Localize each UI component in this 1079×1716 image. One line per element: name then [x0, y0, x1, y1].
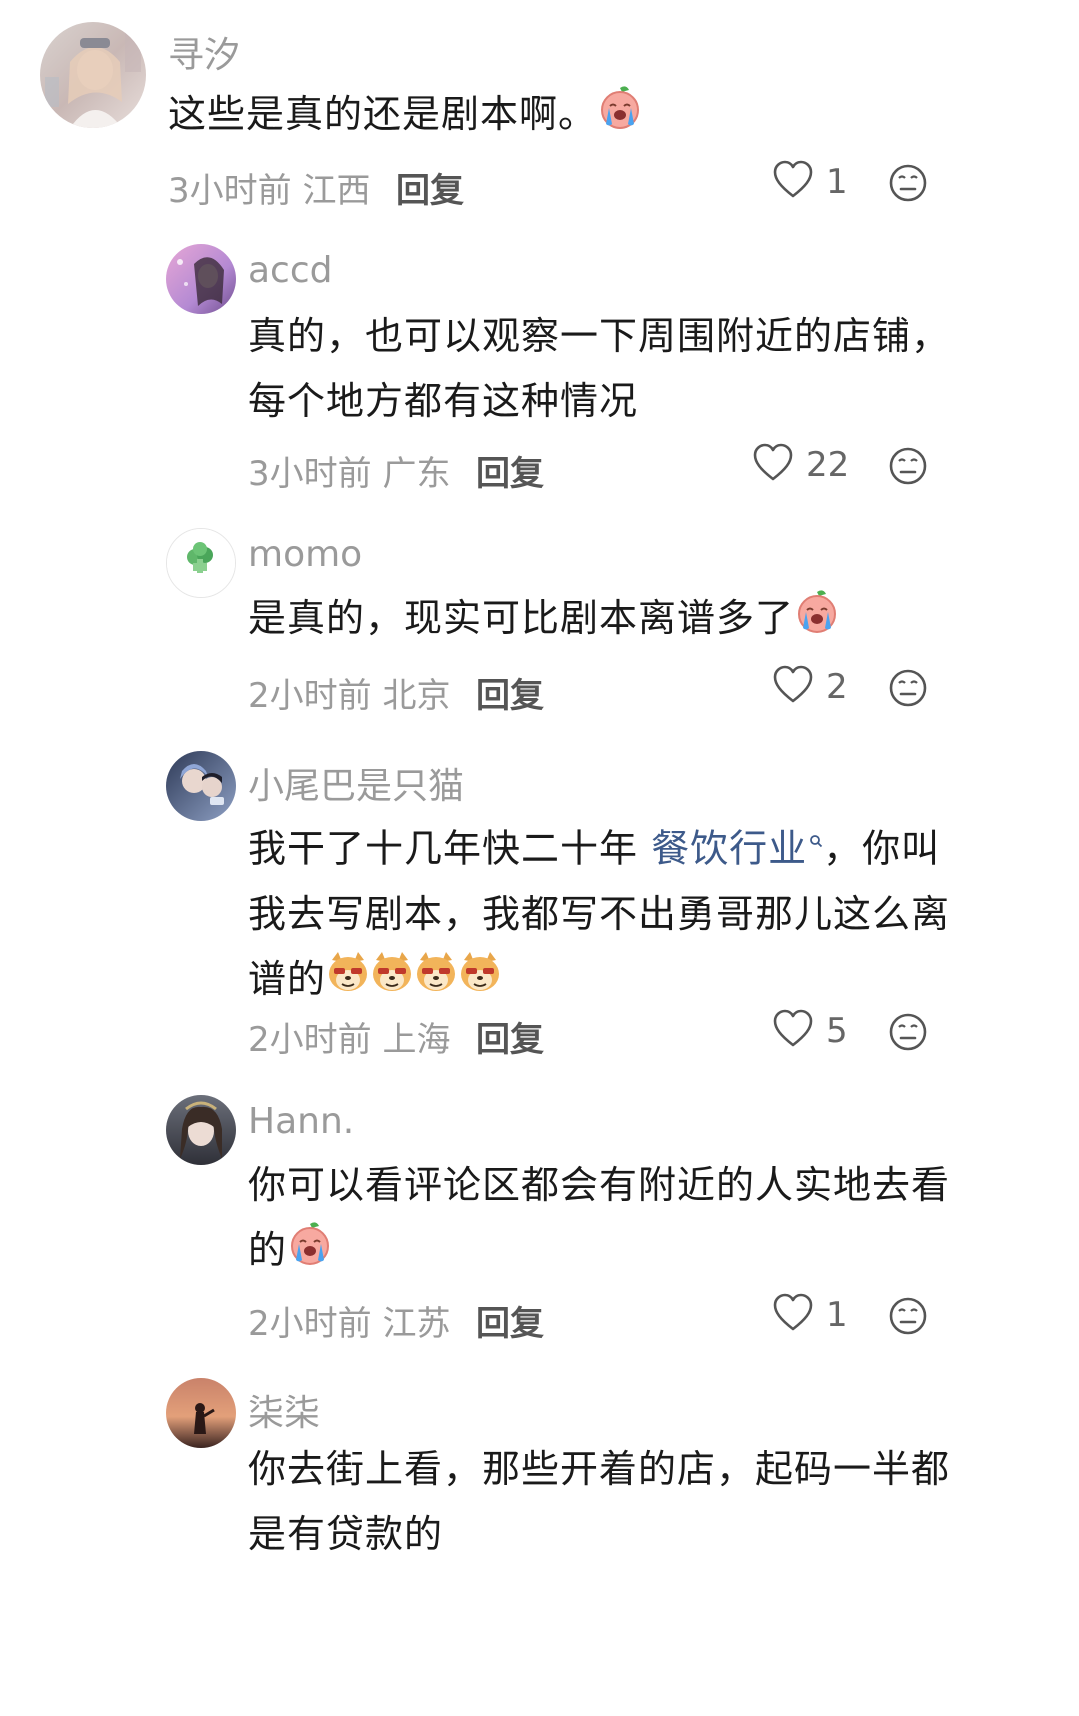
neutral-face-icon[interactable] — [888, 1296, 928, 1336]
comment-text-content: 是真的，现实可比剧本离谱多了 — [248, 596, 795, 640]
heart-outline-icon — [752, 443, 794, 487]
comment-text-content: 的 — [248, 1228, 288, 1272]
like-count: 1 — [826, 1295, 848, 1335]
avatar[interactable] — [166, 1378, 236, 1448]
avatar[interactable] — [166, 528, 236, 598]
heart-outline-icon — [772, 665, 814, 709]
username[interactable]: momo — [248, 534, 362, 575]
username[interactable]: accd — [248, 250, 333, 291]
comment-text-line: 谱的 — [248, 947, 948, 1014]
like-count: 1 — [826, 162, 848, 202]
comment-meta: 2小时前 上海 — [248, 1012, 450, 1061]
comment-time: 3小时前 — [168, 171, 292, 211]
like-button[interactable]: 5 — [772, 1007, 848, 1055]
neutral-face-icon[interactable] — [888, 668, 928, 708]
comment-text-line: 是有贷款的 — [248, 1512, 444, 1556]
comment-meta: 2小时前 江苏 — [248, 1296, 450, 1345]
like-count: 5 — [826, 1011, 848, 1051]
comment-location: 北京 — [382, 676, 451, 716]
reply-button[interactable]: 回复 — [476, 1296, 544, 1345]
comment-text-content: 这些是真的还是剧本啊。 — [168, 92, 598, 136]
comment-meta: 3小时前 广东 — [248, 446, 450, 495]
comment-text-content: 谱的 — [248, 956, 327, 1001]
shiba-smirk-emoji — [370, 949, 414, 1014]
neutral-face-icon[interactable] — [888, 163, 928, 203]
username[interactable]: 小尾巴是只猫 — [248, 757, 464, 809]
comment-location: 江西 — [302, 171, 371, 211]
reply-button[interactable]: 回复 — [396, 163, 464, 212]
comment-text-line: 你可以看评论区都会有附近的人实地去看 — [248, 1163, 951, 1207]
comment-time: 3小时前 — [248, 454, 372, 494]
search-icon[interactable] — [809, 809, 823, 874]
like-button[interactable]: 1 — [772, 1291, 848, 1339]
comment-text: 我干了十几年快二十年 餐饮行业 ，你叫 我去写剧本，我都写不出勇哥那儿这么离 谱… — [248, 809, 951, 1014]
like-button[interactable]: 22 — [752, 441, 849, 489]
comment-meta: 3小时前 江西 — [168, 163, 370, 212]
comment-text: 真的，也可以观察一下周围附近的店铺， 每个地方都有这种情况 — [248, 304, 1008, 434]
comment-text-line: 我去写剧本，我都写不出勇哥那儿这么离 — [248, 891, 951, 936]
comment-list: 寻汐 这些是真的还是剧本啊。 3小时前 江西 回复 1 accd 真的，也可以观… — [0, 0, 1079, 1716]
comment-meta: 2小时前 北京 — [248, 668, 450, 717]
comment-text-line: 我干了十几年快二十年 餐饮行业 ，你叫 — [248, 809, 948, 882]
comment-location: 江苏 — [382, 1304, 451, 1344]
crying-peach-emoji — [597, 84, 643, 150]
reply-button[interactable]: 回复 — [476, 1012, 544, 1061]
neutral-face-icon[interactable] — [888, 446, 928, 486]
username[interactable]: Hann. — [248, 1101, 354, 1142]
comment-text: 是真的，现实可比剧本离谱多了 — [248, 586, 1008, 654]
comment-time: 2小时前 — [248, 676, 372, 716]
comment-text: 你可以看评论区都会有附近的人实地去看 的 — [248, 1153, 951, 1286]
comment-text-content: ，你叫 — [823, 826, 941, 871]
comment-location: 广东 — [382, 454, 451, 494]
comment-text-line: 你去街上看，那些开着的店，起码一半都 — [248, 1447, 951, 1491]
comment-location: 上海 — [382, 1020, 451, 1060]
topic-link[interactable]: 餐饮行业 — [651, 827, 807, 871]
username[interactable]: 寻汐 — [168, 26, 240, 78]
comment-text-content: 我干了十几年快二十年 — [248, 826, 652, 871]
reply-button[interactable]: 回复 — [476, 668, 544, 717]
like-count: 2 — [826, 667, 848, 707]
heart-outline-icon — [772, 1293, 814, 1337]
like-button[interactable]: 1 — [772, 158, 848, 206]
comment-text-line: 的 — [248, 1218, 948, 1286]
comment-text: 这些是真的还是剧本啊。 — [168, 82, 928, 150]
crying-peach-emoji — [287, 1220, 333, 1286]
like-button[interactable]: 2 — [772, 663, 848, 711]
like-count: 22 — [806, 445, 850, 485]
comment-text-line: 每个地方都有这种情况 — [248, 379, 639, 423]
shiba-smirk-emoji — [414, 949, 458, 1014]
comment-time: 2小时前 — [248, 1020, 372, 1060]
comment-text: 你去街上看，那些开着的店，起码一半都 是有贷款的 — [248, 1437, 951, 1567]
heart-outline-icon — [772, 1009, 814, 1053]
avatar[interactable] — [166, 244, 236, 314]
neutral-face-icon[interactable] — [888, 1012, 928, 1052]
shiba-smirk-emoji — [458, 949, 502, 1014]
crying-peach-emoji — [794, 588, 840, 654]
comment-text-line: 真的，也可以观察一下周围附近的店铺， — [248, 314, 951, 358]
username[interactable]: 柒柒 — [248, 1384, 320, 1436]
avatar[interactable] — [166, 751, 236, 821]
heart-outline-icon — [772, 160, 814, 204]
reply-button[interactable]: 回复 — [476, 446, 544, 495]
avatar[interactable] — [40, 22, 146, 128]
comment-time: 2小时前 — [248, 1304, 372, 1344]
avatar[interactable] — [166, 1095, 236, 1165]
shiba-smirk-emoji — [326, 949, 370, 1014]
